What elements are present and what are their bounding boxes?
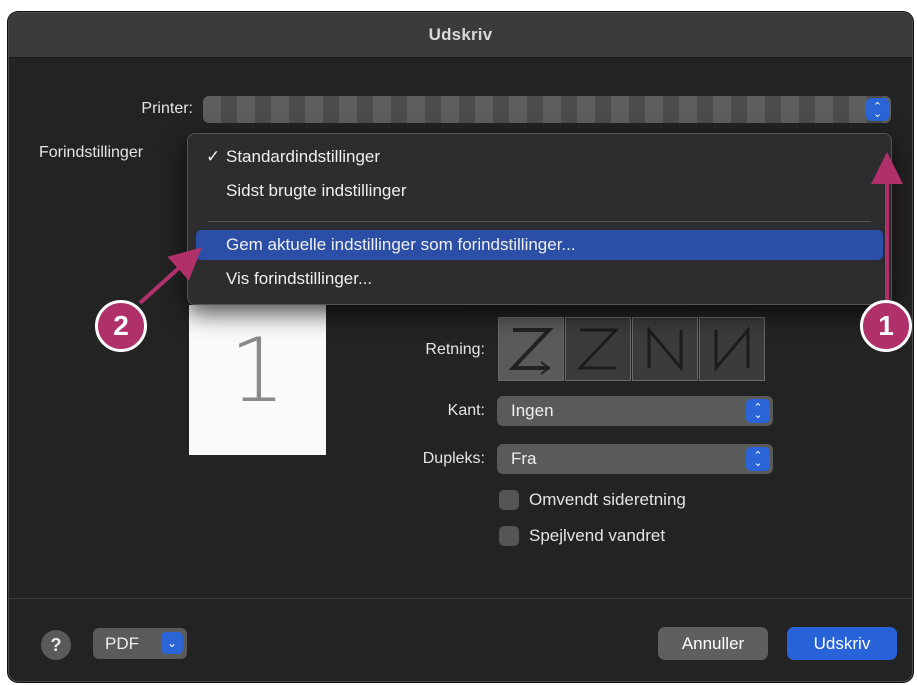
printer-label: Printer: [141,100,193,117]
flip-horizontal-checkbox-row[interactable]: Spejlvend vandret [499,526,665,546]
window-title: Udskriv [428,25,493,44]
orientation-z-reversed-icon [576,328,620,370]
cancel-button[interactable]: Annuller [658,627,768,660]
title-bar: Udskriv [9,13,912,58]
orientation-option-1[interactable] [498,317,564,381]
footer-divider [9,598,912,599]
preview-page-number: 1 [229,319,286,422]
orientation-option-4[interactable] [699,317,765,381]
flip-horizontal-checkbox[interactable] [499,526,519,546]
orientation-label: Retning: [425,341,485,358]
orientation-option-3[interactable] [632,317,698,381]
menu-item-label: Gem aktuelle indstillinger som forindsti… [226,235,576,254]
border-label: Kant: [447,402,485,419]
orientation-z-icon [508,328,554,375]
menu-item-label: Standardindstillinger [226,147,381,166]
presets-label: Forindstillinger [39,144,144,161]
checkmark-icon: ✓ [206,147,221,166]
stepper-icon: ⌃ ⌄ [746,399,770,423]
stepper-icon: ⌃ ⌄ [866,98,889,121]
menu-item-show-presets[interactable]: Vis forindstillinger... [196,264,883,294]
menu-separator [208,221,871,222]
menu-item-save-preset[interactable]: Gem aktuelle indstillinger som forindsti… [196,230,883,260]
presets-menu: ✓ Standardindstillinger Sidst brugte ind… [187,133,892,305]
chevron-down-icon: ⌄ [161,632,183,654]
page-preview: 1 [189,305,326,455]
flip-horizontal-label: Spejlvend vandret [529,526,666,545]
border-select[interactable]: Ingen ⌃ ⌄ [497,396,773,426]
annotation-badge-1: 1 [860,300,912,352]
printer-select[interactable]: ⌃ ⌄ [203,96,891,123]
menu-item-label: Sidst brugte indstillinger [226,181,407,200]
print-dialog: Udskriv Printer: ⌃ ⌄ Forindstillinger 1 R… [8,12,913,682]
menu-item-standard-settings[interactable]: ✓ Standardindstillinger [196,142,883,172]
orientation-n-icon [647,325,683,373]
stepper-icon: ⌃ ⌄ [746,447,770,471]
menu-item-label: Vis forindstillinger... [226,269,373,288]
duplex-select[interactable]: Fra ⌃ ⌄ [497,444,773,474]
pdf-menu-button[interactable]: PDF ⌄ [93,628,187,659]
annotation-badge-2: 2 [95,300,147,352]
border-value: Ingen [511,401,554,420]
orientation-option-2[interactable] [565,317,631,381]
reverse-order-checkbox-row[interactable]: Omvendt sideretning [499,490,686,510]
reverse-order-checkbox[interactable] [499,490,519,510]
reverse-order-label: Omvendt sideretning [529,490,686,509]
pdf-label: PDF [105,633,139,653]
orientation-n-reversed-icon [714,325,750,373]
duplex-value: Fra [511,449,537,468]
help-button[interactable]: ? [41,630,71,660]
menu-item-last-used-settings[interactable]: Sidst brugte indstillinger [196,176,883,206]
print-button[interactable]: Udskriv [787,627,897,660]
duplex-label: Dupleks: [422,450,485,467]
